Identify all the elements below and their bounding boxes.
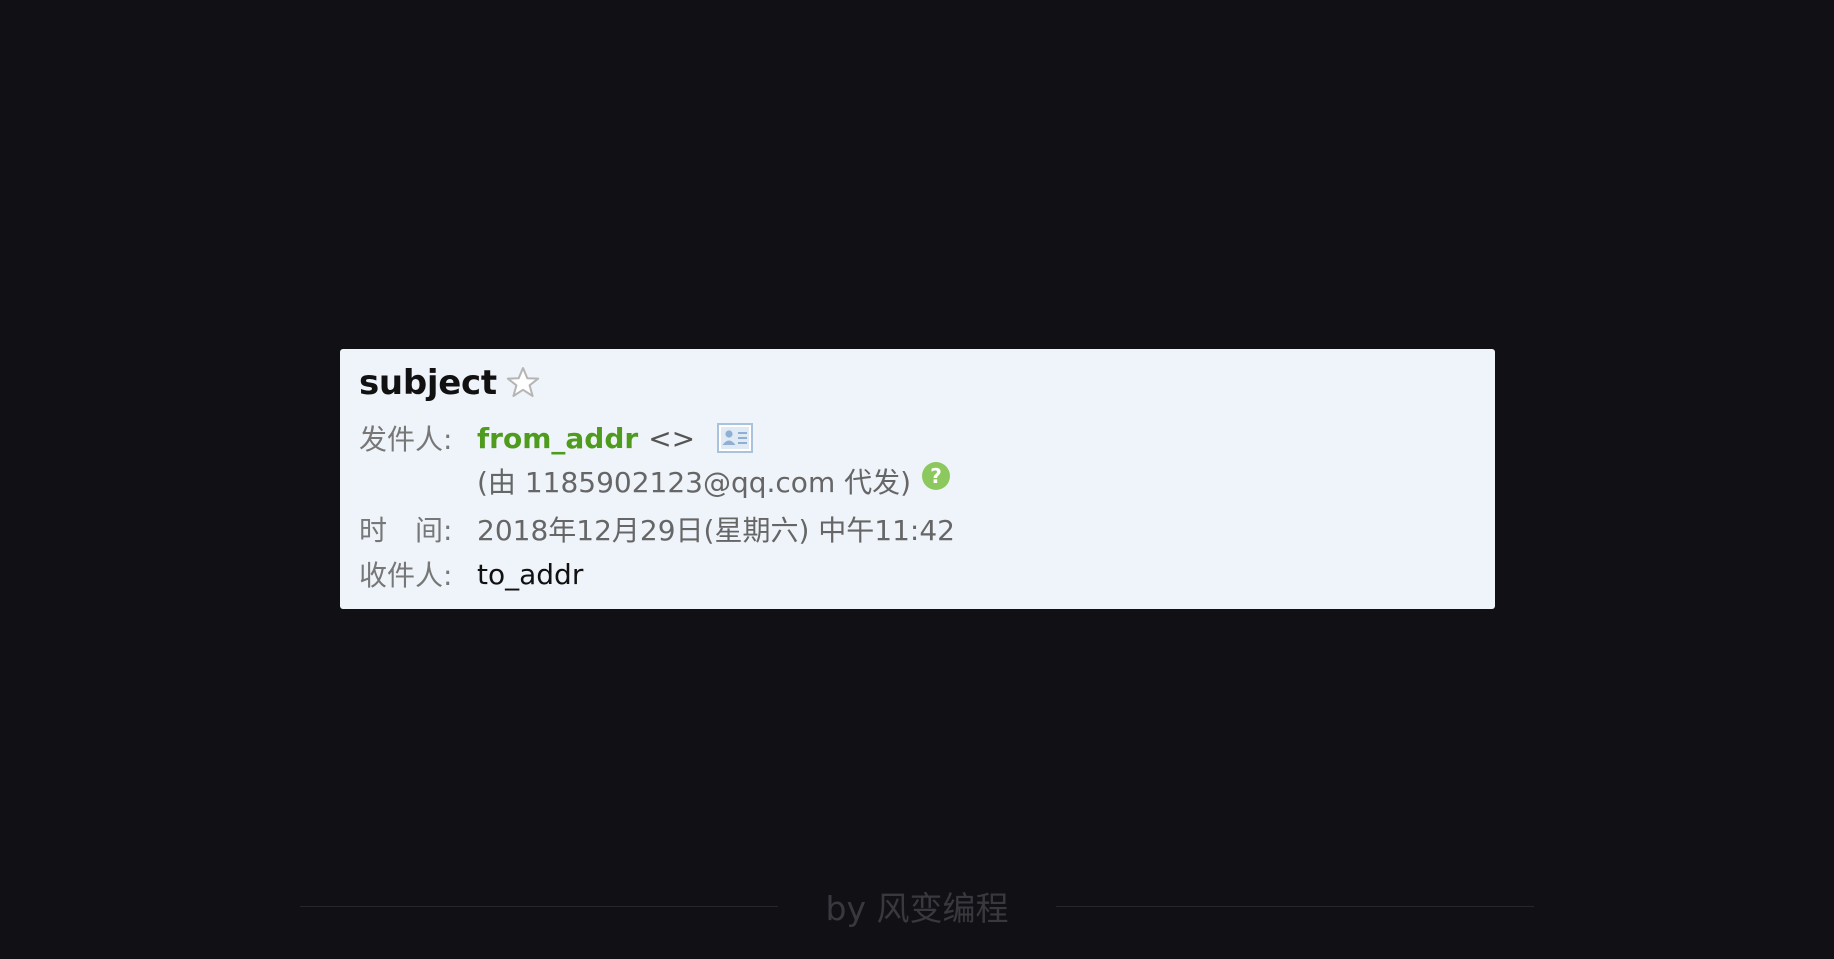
time-row: 时 间: 2018年12月29日(星期六) 中午11:42 bbox=[359, 507, 1475, 551]
page-stage: subject 发件人: from_addr <> (由 1185902123@… bbox=[0, 0, 1834, 959]
footer-divider-right bbox=[1056, 905, 1534, 907]
contact-card-icon[interactable] bbox=[717, 423, 754, 453]
footer-divider-left bbox=[300, 905, 778, 907]
to-row: 收件人: to_addr bbox=[359, 551, 1475, 597]
svg-text:?: ? bbox=[930, 464, 942, 488]
proxy-row: (由 1185902123@qq.com 代发) ? bbox=[359, 459, 1475, 503]
from-label: 发件人: bbox=[359, 423, 453, 456]
sender-address: <> bbox=[648, 421, 696, 455]
mail-header-card: subject 发件人: from_addr <> (由 1185902123@… bbox=[340, 349, 1495, 609]
subject-row: subject bbox=[359, 361, 1475, 405]
recipient-address: to_addr bbox=[477, 557, 584, 591]
from-row: 发件人: from_addr <> bbox=[359, 417, 1475, 459]
help-icon[interactable]: ? bbox=[921, 461, 951, 491]
footer-credit-text: by 风变编程 bbox=[825, 889, 1009, 928]
time-label: 时 间: bbox=[359, 514, 453, 547]
mail-timestamp: 2018年12月29日(星期六) 中午11:42 bbox=[477, 514, 955, 547]
proxy-sender-text: (由 1185902123@qq.com 代发) bbox=[477, 466, 912, 499]
to-label: 收件人: bbox=[359, 559, 453, 592]
star-outline-icon[interactable] bbox=[505, 365, 541, 401]
mail-subject: subject bbox=[359, 363, 497, 403]
sender-name-link[interactable]: from_addr bbox=[477, 422, 638, 455]
footer-credit: by 风变编程 bbox=[300, 886, 1534, 928]
